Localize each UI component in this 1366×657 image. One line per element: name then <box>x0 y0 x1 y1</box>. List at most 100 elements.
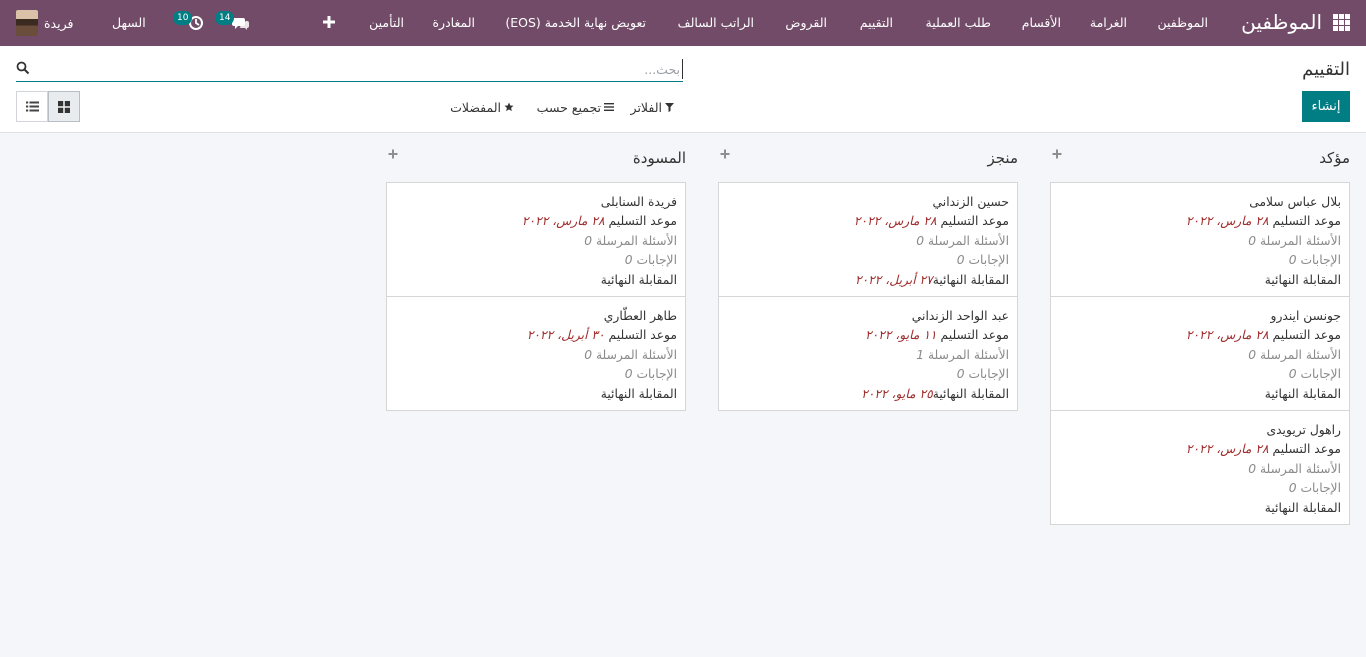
top-navbar: الموظفين الموظفين الغرامة الأقسام طلب ال… <box>0 0 1366 46</box>
questions-sent-value: 0 <box>1248 347 1257 362</box>
create-button[interactable]: إنشاء <box>1302 91 1350 122</box>
breadcrumb: التقييم <box>1302 59 1350 80</box>
final-interview-line: المقابلة النهائية <box>395 385 677 404</box>
column-header: مؤكد <box>1050 133 1350 183</box>
final-interview-label: المقابلة النهائية <box>932 272 1009 287</box>
quick-create-icon[interactable] <box>321 14 337 30</box>
appraisal-card[interactable]: فريدة السنابلى موعد التسليم ٢٨ مارس، ٢٠٢… <box>386 182 686 297</box>
menu-penalty[interactable]: الغرامة <box>1090 15 1127 30</box>
deadline-value: ٢٨ مارس، ٢٠٢٢ <box>1185 442 1269 457</box>
menu-salary-advance[interactable]: الراتب السالف <box>678 15 754 30</box>
deadline-line: موعد التسليم ٢٨ مارس، ٢٠٢٢ <box>727 212 1009 231</box>
employee-name: جونسن ايندرو <box>1270 309 1342 323</box>
activities-count-badge: 10 <box>173 11 193 25</box>
favorites-dropdown[interactable]: المفضلات <box>450 100 514 115</box>
deadline-label: موعد التسليم <box>940 328 1009 343</box>
group-by-dropdown[interactable]: تجميع حسب <box>537 100 614 115</box>
answers-line: الإجابات 0 <box>1059 365 1341 384</box>
user-name: فريدة <box>44 15 74 31</box>
kanban-view-button[interactable] <box>48 91 80 122</box>
menu-operation-request[interactable]: طلب العملية <box>926 15 992 30</box>
questions-sent-value: 1 <box>916 347 925 362</box>
answers-line: الإجابات 0 <box>1059 479 1341 498</box>
search-input[interactable] <box>53 59 683 79</box>
questions-sent-line: الأسئلة المرسلة 0 <box>1059 346 1341 365</box>
deadline-label: موعد التسليم <box>1272 442 1341 457</box>
answers-value: 0 <box>1288 367 1297 382</box>
filters-dropdown[interactable]: الفلاتر <box>631 100 674 115</box>
menu-loans[interactable]: القروض <box>785 15 827 30</box>
menu-departments[interactable]: الأقسام <box>1022 15 1061 30</box>
questions-sent-value: 0 <box>916 233 925 248</box>
questions-sent-value: 0 <box>1248 461 1257 476</box>
app-brand[interactable]: الموظفين <box>1241 10 1322 34</box>
questions-sent-line: الأسئلة المرسلة 0 <box>395 232 677 251</box>
menu-employees[interactable]: الموظفين <box>1157 15 1208 30</box>
deadline-value: ٢٨ مارس، ٢٠٢٢ <box>521 214 605 229</box>
menu-insurance[interactable]: التأمين <box>369 15 404 30</box>
final-interview-line: المقابلة النهائية٢٥ مايو، ٢٠٢٢ <box>727 385 1009 404</box>
questions-sent-value: 0 <box>1248 233 1257 248</box>
menu-appraisal[interactable]: التقييم <box>860 15 893 30</box>
employee-name: راهول تريويدى <box>1266 423 1341 437</box>
deadline-value: ٢٨ مارس، ٢٠٢٢ <box>1185 328 1269 343</box>
user-menu[interactable]: فريدة <box>16 10 73 36</box>
final-interview-label: المقابلة النهائية <box>1264 500 1341 515</box>
menu-end-of-service[interactable]: تعويض نهاية الخدمة (EOS) <box>505 15 646 30</box>
final-interview-value: ٢٥ مايو، ٢٠٢٢ <box>861 386 933 401</box>
messages-count-badge: 14 <box>215 11 235 25</box>
questions-sent-value: 0 <box>584 233 593 248</box>
employee-name: عبد الواحد الزنداني <box>911 309 1009 323</box>
answers-label: الإجابات <box>1300 481 1341 496</box>
employee-name: طاهر العطّاري <box>603 309 677 323</box>
list-view-button[interactable] <box>16 91 48 122</box>
appraisal-card[interactable]: جونسن ايندرو موعد التسليم ٢٨ مارس، ٢٠٢٢ … <box>1050 296 1350 411</box>
kanban-column: المسودة فريدة السنابلى موعد التسليم ٢٨ م… <box>386 133 686 411</box>
deadline-label: موعد التسليم <box>940 214 1009 229</box>
final-interview-label: المقابلة النهائية <box>1264 386 1341 401</box>
company-switcher[interactable]: السهل <box>112 15 146 30</box>
appraisal-card[interactable]: راهول تريويدى موعد التسليم ٢٨ مارس، ٢٠٢٢… <box>1050 410 1350 525</box>
questions-sent-value: 0 <box>584 347 593 362</box>
column-header: المسودة <box>386 133 686 183</box>
final-interview-line: المقابلة النهائية٢٧ أبريل، ٢٠٢٢ <box>727 271 1009 290</box>
deadline-line: موعد التسليم ٣٠ أبريل، ٢٠٢٢ <box>395 326 677 345</box>
deadline-value: ١١ مايو، ٢٠٢٢ <box>865 328 937 343</box>
appraisal-card[interactable]: طاهر العطّاري موعد التسليم ٣٠ أبريل، ٢٠٢… <box>386 296 686 411</box>
questions-sent-label: الأسئلة المرسلة <box>1259 461 1341 476</box>
column-title[interactable]: مؤكد <box>1319 149 1350 167</box>
kanban-view-icon <box>58 100 70 113</box>
menu-leave[interactable]: المغادرة <box>433 15 476 30</box>
column-title[interactable]: المسودة <box>633 149 686 167</box>
answers-line: الإجابات 0 <box>1059 251 1341 270</box>
search-icon[interactable] <box>16 61 30 75</box>
final-interview-label: المقابلة النهائية <box>932 386 1009 401</box>
favorites-label: المفضلات <box>450 100 501 115</box>
final-interview-line: المقابلة النهائية <box>1059 499 1341 518</box>
questions-sent-line: الأسئلة المرسلة 0 <box>727 232 1009 251</box>
add-to-column-icon[interactable] <box>386 147 398 159</box>
final-interview-label: المقابلة النهائية <box>600 272 677 287</box>
answers-line: الإجابات 0 <box>395 251 677 270</box>
answers-value: 0 <box>624 367 633 382</box>
apps-menu-icon[interactable] <box>1333 14 1350 31</box>
appraisal-card[interactable]: حسين الزنداني موعد التسليم ٢٨ مارس، ٢٠٢٢… <box>718 182 1018 297</box>
deadline-label: موعد التسليم <box>608 214 677 229</box>
answers-line: الإجابات 0 <box>395 365 677 384</box>
messages-icon[interactable] <box>231 13 251 33</box>
deadline-label: موعد التسليم <box>608 328 677 343</box>
add-to-column-icon[interactable] <box>718 147 730 159</box>
answers-line: الإجابات 0 <box>727 365 1009 384</box>
control-panel: التقييم إنشاء الفلاتر تجميع حسب المفضلات <box>0 46 1366 133</box>
appraisal-card[interactable]: بلال عباس سلامى موعد التسليم ٢٨ مارس، ٢٠… <box>1050 182 1350 297</box>
final-interview-value: ٢٧ أبريل، ٢٠٢٢ <box>854 272 933 287</box>
deadline-value: ٢٨ مارس، ٢٠٢٢ <box>853 214 937 229</box>
user-avatar <box>16 10 38 36</box>
column-title[interactable]: منجز <box>987 149 1018 167</box>
appraisal-card[interactable]: عبد الواحد الزنداني موعد التسليم ١١ مايو… <box>718 296 1018 411</box>
answers-value: 0 <box>1288 253 1297 268</box>
questions-sent-line: الأسئلة المرسلة 0 <box>1059 460 1341 479</box>
add-to-column-icon[interactable] <box>1050 147 1062 159</box>
deadline-line: موعد التسليم ٢٨ مارس، ٢٠٢٢ <box>1059 440 1341 459</box>
questions-sent-label: الأسئلة المرسلة <box>1259 233 1341 248</box>
